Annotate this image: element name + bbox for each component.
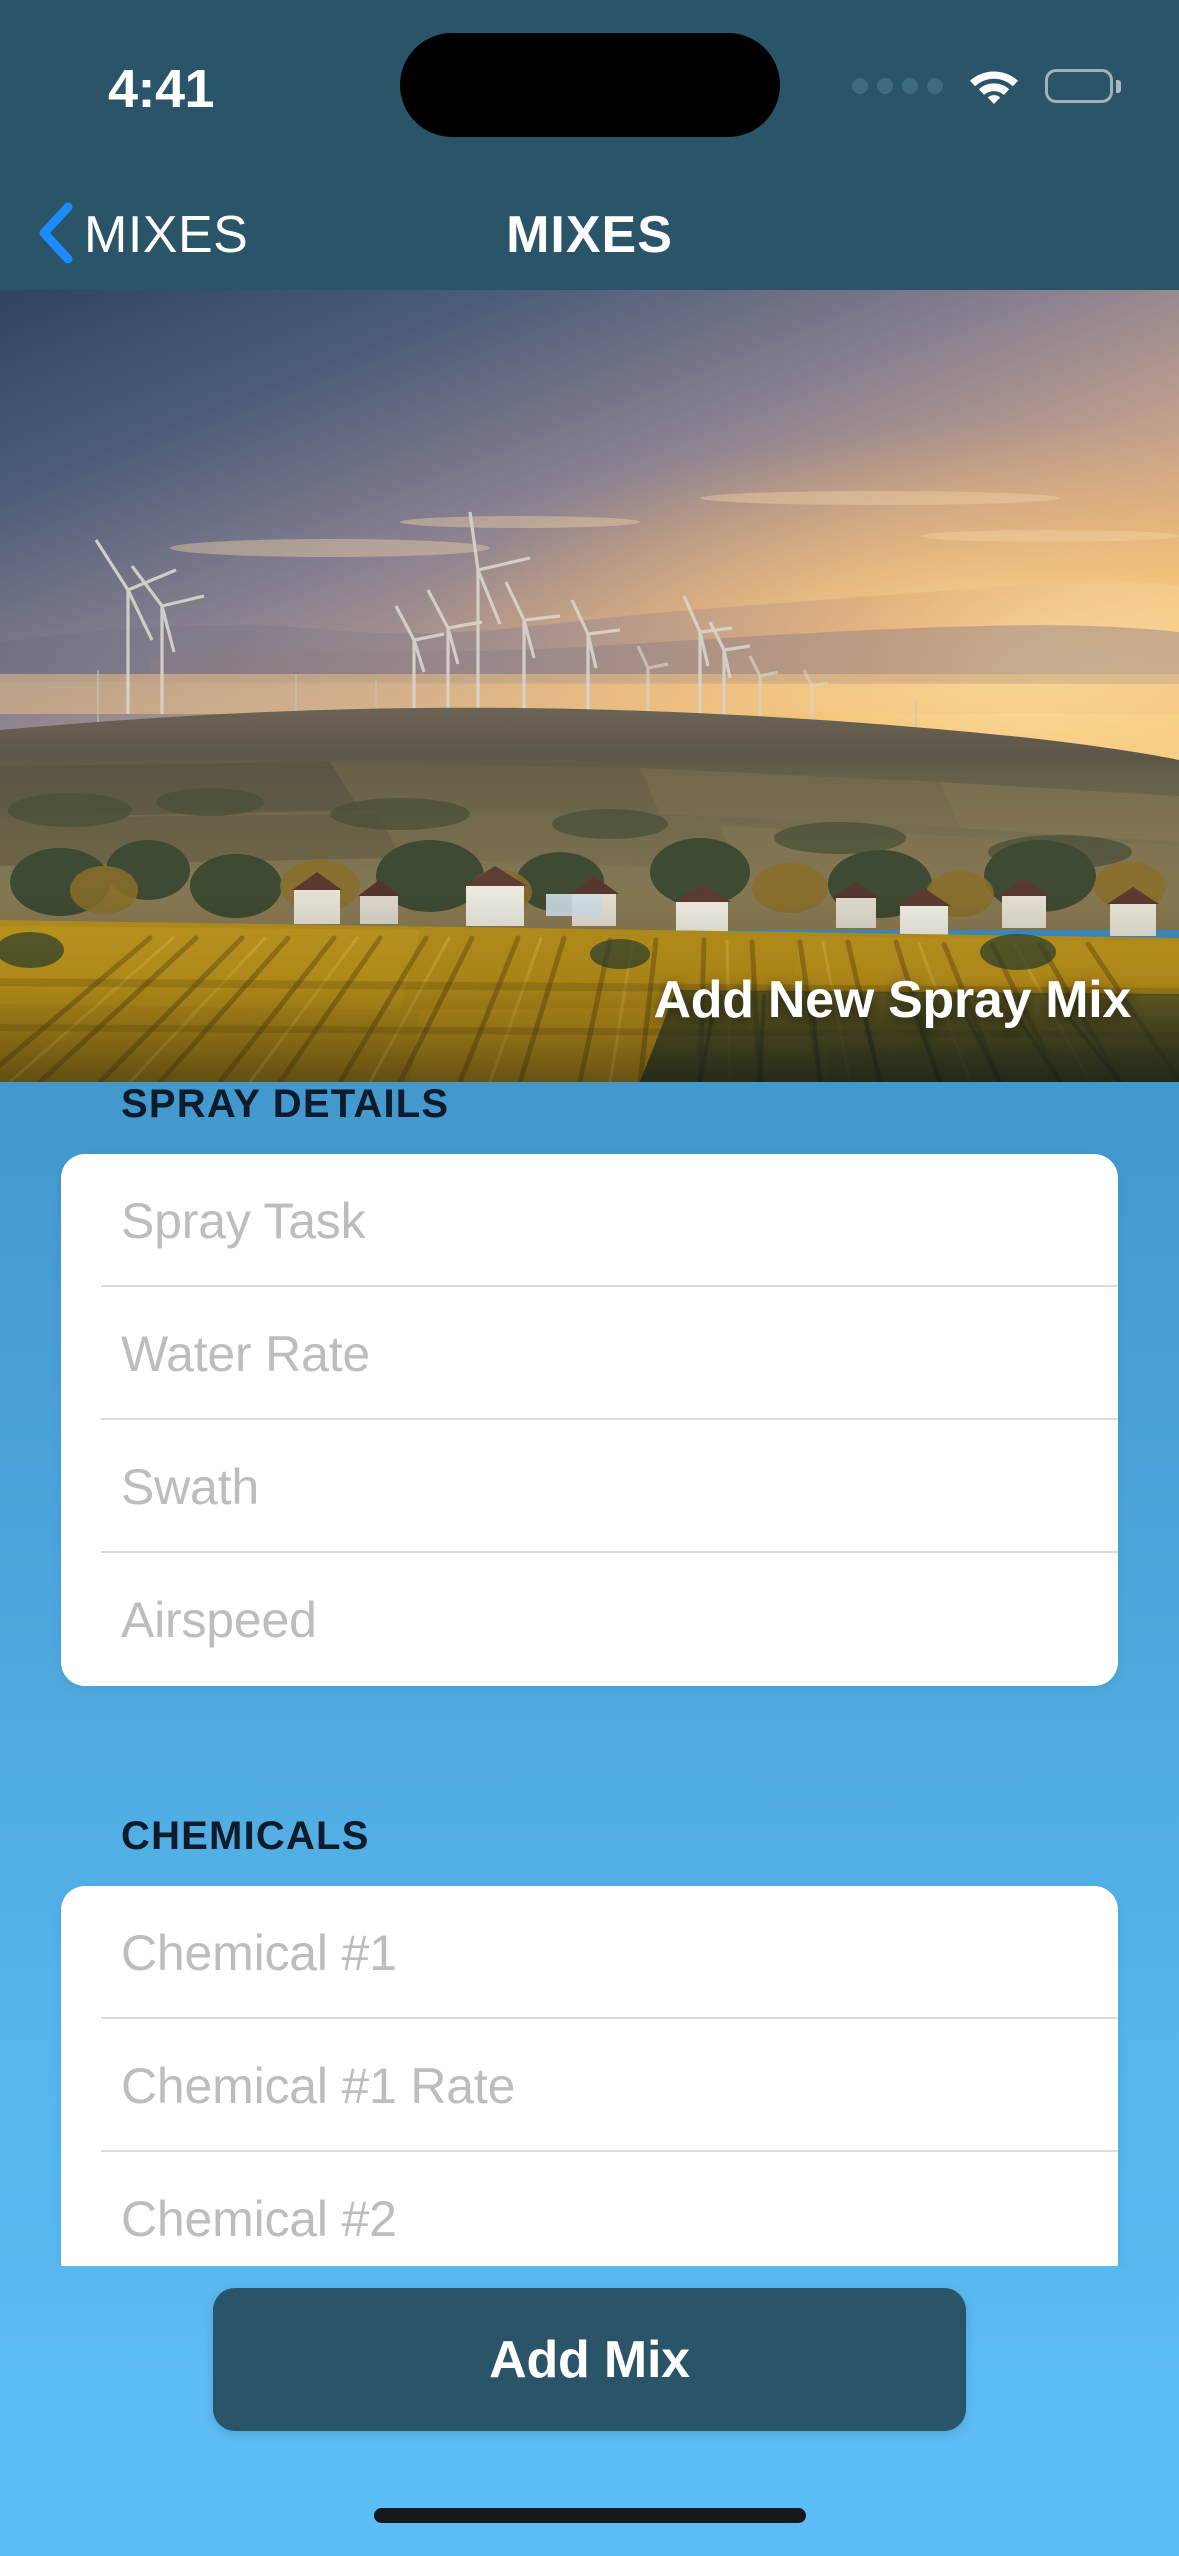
chevron-left-icon [34,201,74,270]
spray-details-card: Spray Task Water Rate Swath Airspeed [61,1154,1118,1686]
water-rate-field[interactable]: Water Rate [61,1287,1118,1420]
footer-bar: Add Mix [0,2266,1179,2556]
home-indicator[interactable] [374,2508,806,2523]
wifi-icon [967,64,1021,109]
status-bar-time: 4:41 [108,58,308,120]
battery-full-icon [1045,69,1121,103]
airspeed-field[interactable]: Airspeed [61,1553,1118,1686]
chemical-1-rate-field[interactable]: Chemical #1 Rate [61,2019,1118,2152]
spray-task-field[interactable]: Spray Task [61,1154,1118,1287]
add-mix-button[interactable]: Add Mix [213,2288,966,2431]
navigation-bar: MIXES MIXES [0,180,1179,290]
form-scroll-area[interactable]: SPRAY DETAILS Spray Task Water Rate Swat… [0,1082,1179,2266]
status-bar-indicators [852,60,1121,112]
chemical-1-rate-placeholder: Chemical #1 Rate [121,2057,515,2115]
chemical-2-placeholder: Chemical #2 [121,2190,397,2248]
chemical-2-field[interactable]: Chemical #2 [61,2152,1118,2266]
swath-placeholder: Swath [121,1458,259,1516]
chemicals-card: Chemical #1 Chemical #1 Rate Chemical #2 [61,1886,1118,2266]
app-screen: 4:41 MIXES [0,0,1179,2556]
swath-field[interactable]: Swath [61,1420,1118,1553]
chemical-1-field[interactable]: Chemical #1 [61,1886,1118,2019]
back-button-label: MIXES [84,205,248,265]
water-rate-placeholder: Water Rate [121,1325,370,1383]
section-header-spray-details: SPRAY DETAILS [121,1082,1179,1127]
cellular-dots-icon [852,78,943,94]
vineyard-sunset-illustration [0,290,1179,1082]
section-header-chemicals: CHEMICALS [121,1814,1179,1859]
dynamic-island [400,33,780,137]
spray-task-placeholder: Spray Task [121,1192,365,1250]
back-button[interactable]: MIXES [20,180,262,290]
hero-caption: Add New Spray Mix [654,970,1131,1030]
chemical-1-placeholder: Chemical #1 [121,1924,397,1982]
hero-image: Add New Spray Mix [0,290,1179,1082]
status-bar: 4:41 [0,0,1179,180]
airspeed-placeholder: Airspeed [121,1591,317,1649]
